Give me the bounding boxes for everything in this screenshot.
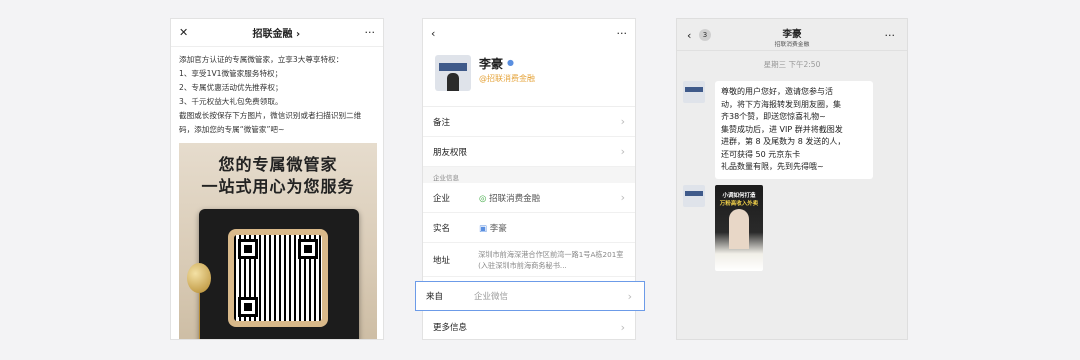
balloon-icon (187, 263, 211, 293)
poster-image-message[interactable]: 小调如何打造 万粉高收入外卖 (715, 185, 763, 271)
from-value: 企业微信 (474, 292, 509, 302)
back-icon[interactable]: ‹ (431, 27, 435, 40)
more-icon[interactable]: ··· (885, 29, 896, 42)
row-more-info[interactable]: 更多信息 › (423, 313, 635, 341)
row-friend-permission[interactable]: 朋友权限 › (423, 137, 635, 167)
account-title[interactable]: 招联金融 › (253, 25, 301, 40)
contact-profile: ‹ ··· 李豪 ● @招联消费金融 备注 › 朋友权限 › 企业信息 企业 ◎… (415, 18, 645, 341)
message-line: 礼品数量有限，先到先得哦~ (721, 162, 824, 171)
row-address[interactable]: 地址 深圳市前海深港合作区前湾一路1号A栋201室(入驻深圳市前海商务秘书... (423, 243, 635, 277)
chevron-right-icon: › (620, 191, 625, 204)
poster-subheadline: 一站式用心为您服务 (201, 177, 355, 196)
profile-card: 李豪 ● @招联消费金融 (423, 47, 635, 107)
row-remark[interactable]: 备注 › (423, 107, 635, 137)
row-label: 朋友权限 (433, 147, 468, 158)
contact-name: 李豪 (479, 57, 504, 71)
chat-header: ‹ 3 李豪 招联消费金融 ··· (677, 19, 907, 51)
chat-title: 李豪 (782, 29, 802, 40)
company-name: 招联消费金融 (489, 193, 541, 204)
article-line: 2、专属优惠活动优先推荐权； (179, 83, 283, 92)
section-header: 企业信息 (423, 167, 635, 183)
address-value: 深圳市前海深港合作区前湾一路1号A栋201室(入驻深圳市前海商务秘书... (478, 249, 624, 270)
close-icon[interactable]: ✕ (179, 26, 188, 39)
article-line: 3、千元权益大礼包免费领取。 (179, 97, 283, 106)
realname-value: ▣ 李豪 (479, 222, 507, 234)
realname-label: 实名 (433, 223, 451, 234)
article-line: 添加官方认证的专属微管家，立享3大尊享特权： (179, 55, 344, 64)
article-line: 码，添加您的专属“微管家”吧~ (179, 125, 285, 134)
address-label: 地址 (433, 255, 451, 266)
realname-text: 李豪 (489, 223, 507, 234)
timestamp: 星期三 下午2:50 (763, 60, 821, 69)
chevron-right-icon: › (620, 145, 625, 158)
profile-header: ‹ ··· (423, 19, 635, 47)
chevron-right-icon: › (620, 320, 625, 334)
qr-poster[interactable]: 您的专属微管家 一站式用心为您服务 (179, 143, 377, 339)
avatar[interactable] (683, 81, 705, 103)
more-icon[interactable]: ··· (364, 26, 375, 39)
id-card-icon: ▣ (479, 223, 488, 234)
from-label: 来自 (426, 292, 444, 302)
chevron-right-icon: › (627, 289, 632, 303)
row-label: 备注 (433, 117, 451, 128)
chevron-right-icon: › (620, 115, 625, 128)
verified-icon: ◎ (479, 193, 487, 204)
avatar[interactable] (435, 55, 471, 91)
avatar[interactable] (683, 185, 705, 207)
message-line: 尊敬的用户您好，邀请您参与活 (721, 87, 833, 96)
message-bubble[interactable]: 尊敬的用户您好，邀请您参与活 动，将下方海报转发到朋友圈，集 齐38个赞，即送您… (715, 81, 873, 179)
row-company[interactable]: 企业 ◎ 招联消费金融 › (423, 183, 635, 213)
qr-finder-pattern (298, 239, 318, 259)
contact-corp[interactable]: @招联消费金融 (479, 73, 535, 84)
poster-headline: 您的专属微管家 (218, 155, 338, 174)
person-icon: ● (507, 58, 514, 67)
message-line: 集赞成功后，进 VIP 群并将截图发 (721, 124, 843, 134)
chat-window: ‹ 3 李豪 招联消费金融 ··· 星期三 下午2:50 尊敬的用户您好，邀请您… (676, 18, 908, 340)
qr-finder-pattern (238, 239, 258, 259)
person-image (729, 209, 749, 249)
message-line: 动，将下方海报转发到朋友圈，集 (721, 99, 841, 109)
message-line: 还可获得 50 元京东卡 (721, 149, 801, 159)
balloon-string (199, 293, 200, 339)
article-line: 截图或长按保存下方图片，微信识别或者扫描识别二维 (179, 111, 362, 120)
qr-frame (228, 229, 328, 327)
poster-subtitle: 万粉高收入外卖 (719, 201, 759, 207)
more-icon[interactable]: ··· (617, 27, 628, 40)
message-line: 进群，第 8 及尾数为 8 发送的人， (721, 137, 846, 146)
row-from[interactable]: 来自 企业微信 › (415, 281, 645, 311)
qr-finder-pattern (238, 297, 258, 317)
chat-subtitle: 招联消费金融 (774, 42, 810, 48)
poster-title: 小调如何打造 (722, 193, 756, 199)
qr-code[interactable] (234, 235, 322, 321)
message-line: 齐38个赞，即送您惊喜礼物~ (721, 112, 826, 121)
more-info-label: 更多信息 (433, 323, 468, 333)
official-account-article: ✕ 招联金融 › ··· 添加官方认证的专属微管家，立享3大尊享特权： 1、享受… (170, 18, 384, 340)
company-value: ◎ 招联消费金融 (479, 192, 540, 204)
row-realname: 实名 ▣ 李豪 (423, 213, 635, 243)
article-header: ✕ 招联金融 › ··· (171, 19, 383, 47)
company-label: 企业 (433, 193, 451, 204)
article-line: 1、享受1V1微管家服务特权； (179, 69, 283, 78)
article-body: 添加官方认证的专属微管家，立享3大尊享特权： 1、享受1V1微管家服务特权； 2… (171, 47, 383, 143)
